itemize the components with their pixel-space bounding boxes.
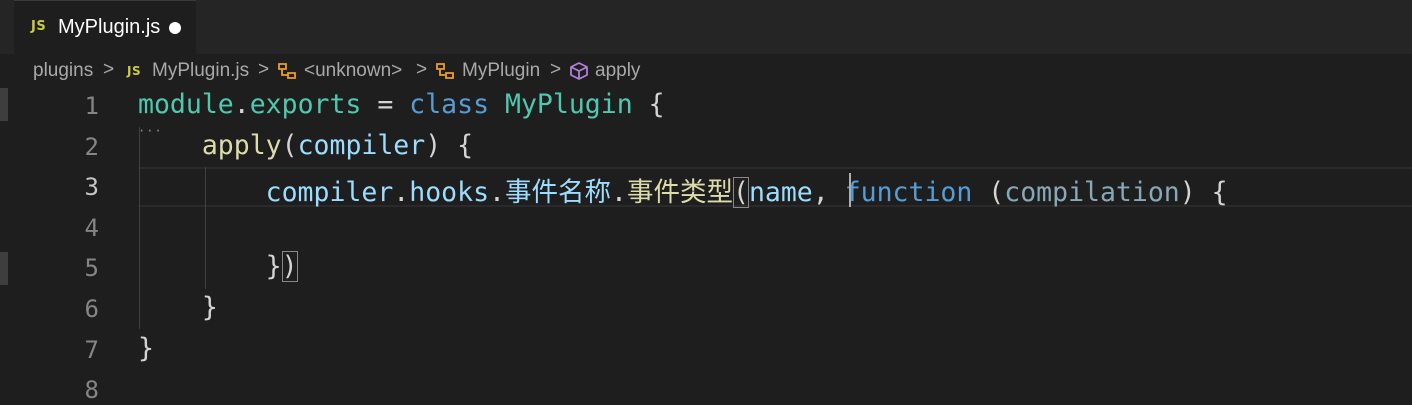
line-number: 2	[84, 133, 99, 161]
token: function	[844, 177, 973, 208]
token: compilation	[1004, 177, 1180, 208]
line-number: 4	[84, 214, 99, 242]
token: }	[265, 251, 282, 282]
token: =	[361, 89, 410, 120]
code-line-2[interactable]: apply(compiler) {	[138, 130, 473, 170]
token: 事件名称	[505, 177, 611, 208]
token: }	[201, 292, 218, 323]
token: .	[393, 177, 410, 208]
tab-label: MyPlugin.js	[58, 16, 161, 38]
unsaved-changes-dot-icon[interactable]	[169, 22, 181, 34]
code-line-7[interactable]: }	[138, 333, 154, 373]
token: name	[748, 177, 813, 208]
breadcrumb-separator: >	[416, 59, 428, 80]
code-line-5[interactable]: })	[138, 251, 298, 291]
breadcrumb-folder[interactable]: plugins	[33, 60, 93, 82]
editor-tab-myplugin[interactable]: JS MyPlugin.js	[14, 0, 196, 54]
breadcrumb-separator: >	[258, 59, 270, 80]
method-symbol-icon	[568, 61, 590, 87]
token: compiler	[297, 130, 426, 161]
token: (	[972, 177, 1005, 208]
line-number-active: 3	[84, 173, 99, 201]
token: }	[138, 333, 154, 364]
token: module	[138, 89, 234, 120]
token: {	[632, 89, 665, 120]
line-number: 1	[84, 92, 99, 120]
code-line-6[interactable]: }	[138, 292, 218, 332]
token: compiler	[265, 177, 394, 208]
class-symbol-icon	[434, 61, 456, 87]
token: MyPlugin	[505, 89, 633, 120]
line-number: 5	[84, 254, 99, 282]
token: 事件类型	[626, 177, 733, 208]
matching-bracket: )	[281, 251, 298, 282]
breadcrumb-separator: >	[103, 59, 115, 80]
breadcrumb-separator: >	[550, 59, 562, 80]
token: exports	[249, 89, 362, 120]
code-line-1[interactable]: module.exports = class MyPlugin {	[138, 89, 665, 129]
token: (	[281, 130, 298, 161]
token: class	[409, 89, 490, 120]
token: apply	[201, 130, 282, 161]
token: .	[611, 177, 627, 208]
breadcrumb-class[interactable]: MyPlugin	[462, 60, 540, 82]
token: .	[489, 177, 505, 208]
line-number: 7	[84, 336, 99, 364]
breadcrumb: plugins > JS MyPlugin.js > <unknown> > M…	[0, 54, 1412, 88]
code-line-3[interactable]: compiler.hooks.事件名称.事件类型(name, function …	[138, 170, 1228, 210]
javascript-file-icon: JS	[31, 19, 47, 34]
breadcrumb-file[interactable]: MyPlugin.js	[152, 60, 249, 82]
text-cursor	[849, 173, 851, 207]
module-symbol-icon	[276, 61, 298, 87]
tab-bar: JS MyPlugin.js	[0, 0, 1412, 54]
token: .	[233, 89, 250, 120]
breadcrumb-module[interactable]: <unknown>	[304, 60, 402, 82]
javascript-file-icon: JS	[127, 64, 142, 78]
matching-bracket: (	[732, 177, 749, 208]
token: hooks	[409, 177, 490, 208]
line-number: 6	[84, 295, 99, 323]
token: ,	[812, 177, 845, 208]
token: ) {	[425, 130, 474, 161]
token: ) {	[1179, 177, 1228, 208]
line-number: 8	[84, 376, 99, 404]
breadcrumb-method[interactable]: apply	[595, 60, 640, 82]
